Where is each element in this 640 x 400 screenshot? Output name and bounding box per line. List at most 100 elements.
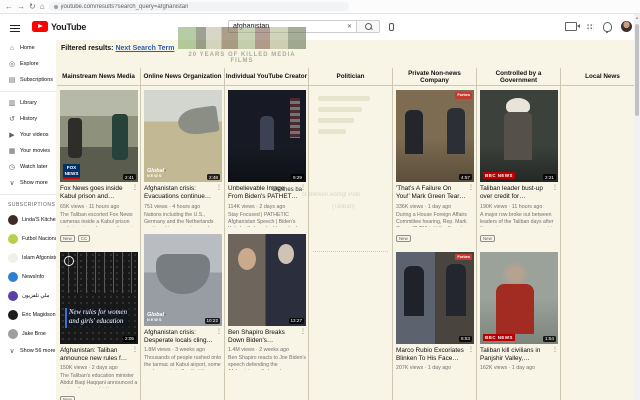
- home-icon[interactable]: ⌂: [40, 2, 45, 11]
- sidebar-item-label: Home: [20, 45, 35, 51]
- search-box[interactable]: ✕: [228, 20, 356, 33]
- subscription-channel[interactable]: NewsInfo: [0, 267, 56, 286]
- video-thumbnail[interactable]: Forbes 8:53: [396, 251, 474, 344]
- subscription-channel[interactable]: Futbol Nacional: [0, 229, 56, 248]
- badge-new: New: [60, 396, 75, 400]
- column-header: Private Non-news Company: [393, 68, 477, 86]
- video-thumbnail[interactable]: New rules for women and girls' education…: [60, 251, 138, 344]
- forward-icon[interactable]: →: [17, 2, 25, 11]
- video-title[interactable]: Afghanistan crisis: Desperate locals cli…: [144, 329, 214, 346]
- video-title[interactable]: Taliban leader bust-up over credit for A…: [480, 185, 550, 202]
- video-menu-icon[interactable]: ⋮: [216, 329, 222, 346]
- site-info-icon[interactable]: [53, 4, 58, 9]
- video-thumbnail[interactable]: Global› 10:22: [144, 233, 222, 326]
- video-thumbnail[interactable]: Forbes 4:57: [396, 90, 474, 182]
- video-title-row: Afghanistan crisis: Desperate locals cli…: [144, 329, 222, 346]
- create-video-icon[interactable]: [565, 22, 580, 31]
- subscription-channel[interactable]: Jake Broe: [0, 324, 56, 343]
- video-title[interactable]: Marco Rubio Excoriates Blinken To His Fa…: [396, 347, 466, 364]
- nav-icon: ◎: [8, 61, 16, 68]
- video-thumbnail[interactable]: FOX NEWS 2:41: [60, 90, 138, 182]
- youtube-play-icon: [32, 21, 48, 32]
- avatar[interactable]: [621, 21, 632, 32]
- youtube-logo[interactable]: YouTube: [32, 21, 86, 32]
- back-icon[interactable]: ←: [5, 2, 13, 11]
- subscription-channel[interactable]: Eric Magidson: [0, 305, 56, 324]
- column-header: Controlled by a Government: [477, 68, 561, 86]
- video-menu-icon[interactable]: ⋮: [300, 329, 306, 346]
- reload-icon[interactable]: ↻: [29, 2, 36, 11]
- channel-logo-global: Global›: [147, 312, 166, 322]
- subscription-channel[interactable]: ملي تلفزيون: [0, 286, 56, 305]
- ghost-highlight-bar: [318, 96, 370, 101]
- video-description: Stay Focused | PATHETIC Afghanistan Spee…: [228, 211, 304, 227]
- video-meta: 65K views · 11 hours ago: [60, 203, 120, 210]
- subscription-channel[interactable]: Linda'S Kitchen مطبخ: [0, 210, 56, 229]
- video-meta: 207K views · 1 day ago: [396, 365, 452, 372]
- video-title[interactable]: Afghanistan crisis: Evacuations continue…: [144, 185, 214, 202]
- scrollbar-thumb[interactable]: [635, 24, 639, 116]
- badge-new: New: [60, 234, 75, 242]
- address-bar[interactable]: youtube.com/results?search_query=afghani…: [48, 2, 349, 11]
- video-duration: 2:21: [543, 174, 556, 180]
- sidebar: ⌂ Home ◎ Explore ▤ Subscriptions ▥ Library ↺ His…: [0, 40, 56, 400]
- video-title[interactable]: Fox News goes inside Kabul prison and Af…: [60, 185, 130, 202]
- video-menu-icon[interactable]: ⋮: [132, 347, 138, 364]
- notifications-bell-icon[interactable]: [603, 21, 612, 33]
- video-title-row: Marco Rubio Excoriates Blinken To His Fa…: [396, 347, 474, 364]
- video-card: Global› 2:48 Afghanistan crisis: Evacuatio…: [144, 90, 222, 227]
- sidebar-item-your-videos[interactable]: ▶ Your videos: [0, 127, 56, 143]
- sidebar-show-more-subscriptions[interactable]: ∨ Show 56 more: [0, 343, 56, 359]
- sidebar-item-subscriptions[interactable]: ▤ Subscriptions: [0, 72, 56, 88]
- video-thumbnail[interactable]: Global› 2:48: [144, 90, 222, 182]
- channel-logo-global: Global›: [147, 168, 166, 178]
- video-thumbnail[interactable]: 9:29: [228, 90, 306, 182]
- video-duration: 2:48: [207, 174, 220, 180]
- video-badges: New: [480, 227, 558, 245]
- page-scrollbar[interactable]: ▲: [634, 14, 640, 400]
- video-description: Ben Shapiro reacts to Joe Biden's speech…: [228, 355, 306, 370]
- video-menu-icon[interactable]: ⋮: [552, 185, 558, 202]
- video-menu-icon[interactable]: ⋮: [216, 185, 222, 202]
- voice-search-button[interactable]: [385, 20, 398, 33]
- sidebar-item-label: Your movies: [20, 148, 51, 154]
- subscription-channel[interactable]: Islam Afgoniston: [0, 248, 56, 267]
- scroll-up-arrow[interactable]: ▲: [634, 14, 640, 22]
- next-search-term-link[interactable]: Next Search Term: [115, 45, 174, 52]
- sidebar-item-explore[interactable]: ◎ Explore: [0, 56, 56, 72]
- channel-name: Futbol Nacional: [22, 235, 56, 242]
- video-menu-icon[interactable]: ⋮: [552, 347, 558, 364]
- search-icon: [364, 23, 372, 30]
- sidebar-item-home[interactable]: ⌂ Home: [0, 40, 56, 56]
- sidebar-primary-nav: ⌂ Home ◎ Explore ▤ Subscriptions: [0, 40, 56, 88]
- video-menu-icon[interactable]: ⋮: [132, 185, 138, 202]
- channel-logo-aj: [64, 255, 74, 266]
- video-title[interactable]: Taliban kill civilians in Panjshir Valle…: [480, 347, 550, 364]
- sidebar-item-history[interactable]: ↺ History: [0, 111, 56, 127]
- sidebar-item-label: Library: [20, 100, 37, 106]
- video-description: A major row broke out between leaders of…: [480, 211, 555, 227]
- guide-menu-icon[interactable]: [10, 23, 20, 32]
- video-thumbnail[interactable]: BBC NEWS 2:21: [480, 90, 558, 182]
- video-title-row: Ben Shapiro Breaks Down Biden's PATHETIC…: [228, 329, 306, 346]
- sidebar-item-your-movies[interactable]: ▦ Your movies: [0, 143, 56, 159]
- thumbnail-caption: New rules for women and girls' education: [65, 308, 130, 328]
- video-title[interactable]: 'That's A Failure On You!' Mark Green Te…: [396, 185, 466, 202]
- video-menu-icon[interactable]: ⋮: [468, 347, 474, 364]
- video-meta: 190K views · 11 hours ago: [480, 203, 543, 210]
- sidebar-show-more[interactable]: ∨ Show more: [0, 175, 56, 191]
- video-thumbnail[interactable]: BBC NEWS 1:54: [480, 251, 558, 344]
- ghost-text-fragment: Clashes ba: [272, 187, 303, 193]
- search-button[interactable]: [356, 20, 380, 33]
- video-menu-icon[interactable]: ⋮: [468, 185, 474, 202]
- search-input[interactable]: [233, 23, 344, 30]
- apps-grid-icon[interactable]: [586, 22, 594, 31]
- badge-cc: CC: [77, 234, 91, 242]
- sidebar-item-library[interactable]: ▥ Library: [0, 95, 56, 111]
- video-thumbnail[interactable]: 13:27: [228, 233, 306, 326]
- video-title[interactable]: Ben Shapiro Breaks Down Biden's PATHETIC…: [228, 329, 298, 346]
- video-title[interactable]: Afghanistan: Taliban announce new rules …: [60, 347, 130, 364]
- clear-search-icon[interactable]: ✕: [347, 23, 352, 30]
- sidebar-item-watch-later[interactable]: ◷ Watch later: [0, 159, 56, 175]
- column-cell: Global› 2:48 Afghanistan crisis: Evacuatio…: [141, 86, 225, 400]
